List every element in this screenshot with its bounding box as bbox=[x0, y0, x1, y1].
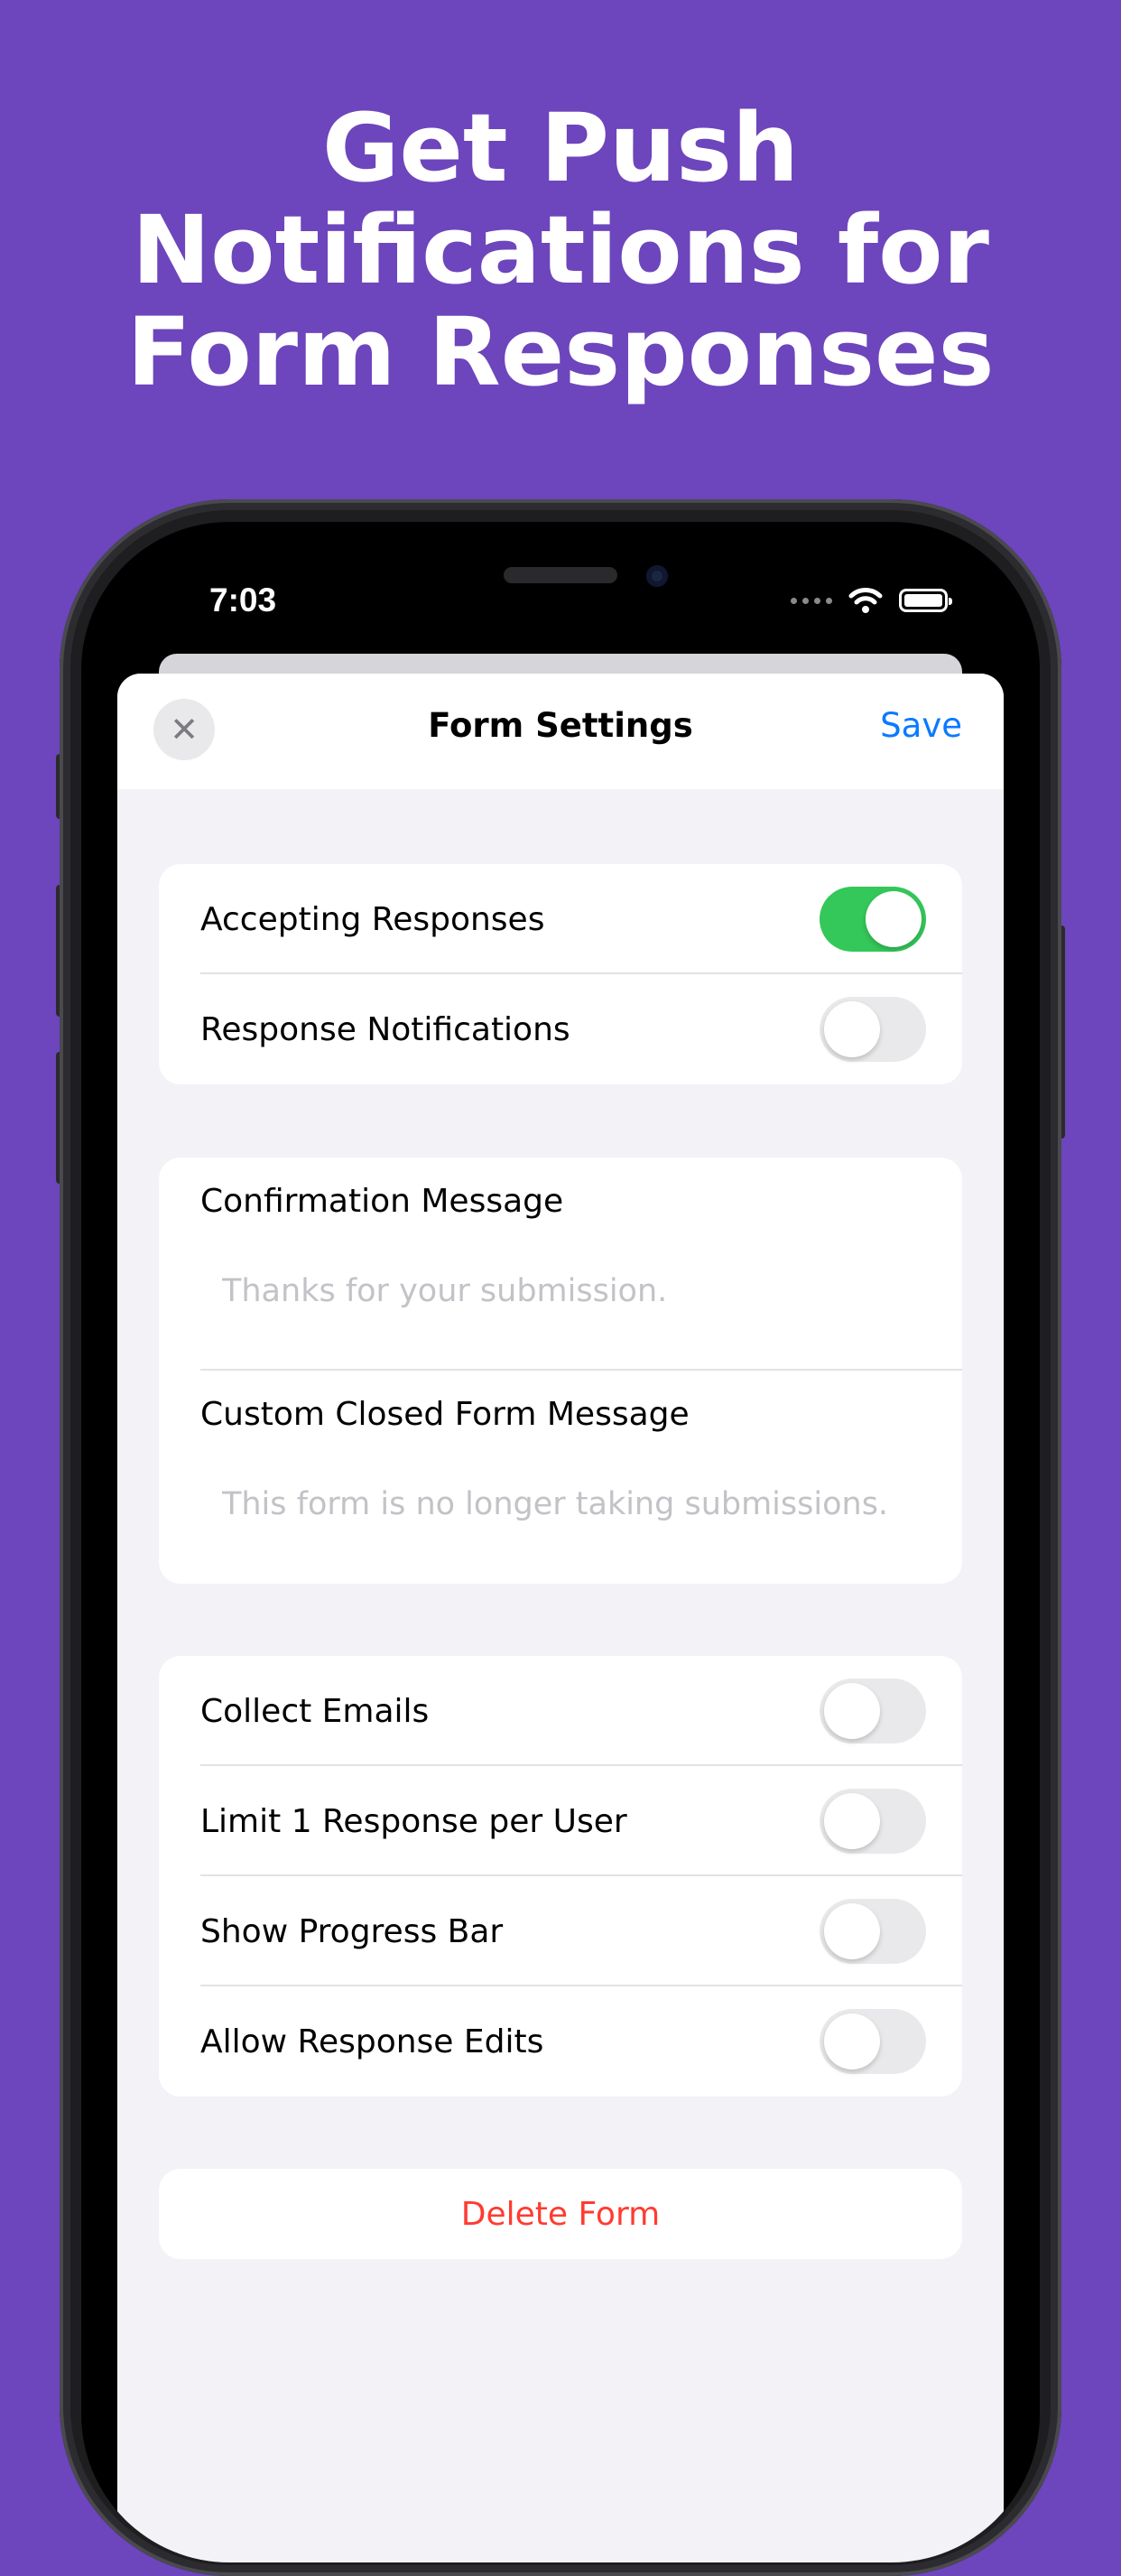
response-settings-group: Accepting Responses Response Notificatio… bbox=[159, 864, 962, 1084]
collect-emails-label: Collect Emails bbox=[200, 1692, 430, 1730]
allow-response-edits-toggle[interactable] bbox=[820, 2009, 926, 2074]
show-progress-bar-row: Show Progress Bar bbox=[159, 1876, 962, 1986]
allow-response-edits-row: Allow Response Edits bbox=[159, 1986, 962, 2097]
save-button[interactable]: Save bbox=[880, 706, 962, 745]
battery-icon bbox=[899, 589, 952, 612]
show-progress-bar-label: Show Progress Bar bbox=[200, 1912, 504, 1950]
limit-response-toggle[interactable] bbox=[820, 1789, 926, 1854]
close-button[interactable]: ✕ bbox=[153, 699, 215, 760]
response-notifications-toggle[interactable] bbox=[820, 997, 926, 1062]
status-time: 7:03 bbox=[209, 581, 277, 618]
options-group: Collect Emails Limit 1 Response per User… bbox=[159, 1656, 962, 2097]
headline-line-1: Get Push bbox=[321, 93, 800, 203]
messages-group: Confirmation Message Custom Closed Form … bbox=[159, 1158, 962, 1584]
closed-form-message-label: Custom Closed Form Message bbox=[200, 1396, 690, 1433]
earpiece-speaker bbox=[504, 567, 617, 583]
allow-response-edits-label: Allow Response Edits bbox=[200, 2023, 544, 2060]
delete-form-button[interactable]: Delete Form bbox=[159, 2169, 962, 2259]
accepting-responses-toggle[interactable] bbox=[820, 887, 926, 952]
confirmation-message-input[interactable] bbox=[222, 1273, 944, 1309]
phone-screen: 7:03 ✕ Form Settings Save Accepting Resp… bbox=[81, 522, 1040, 2562]
close-icon: ✕ bbox=[170, 710, 199, 749]
response-notifications-row: Response Notifications bbox=[159, 974, 962, 1084]
collect-emails-row: Collect Emails bbox=[159, 1656, 962, 1766]
accepting-responses-label: Accepting Responses bbox=[200, 900, 545, 938]
cellular-dots-icon bbox=[791, 597, 832, 604]
headline-line-2: Notifications for bbox=[132, 195, 989, 305]
closed-form-message-block: Custom Closed Form Message bbox=[159, 1371, 962, 1584]
wifi-icon bbox=[848, 588, 883, 613]
status-icons bbox=[791, 587, 952, 614]
delete-form-label: Delete Form bbox=[460, 2195, 661, 2233]
confirmation-message-label: Confirmation Message bbox=[200, 1183, 564, 1220]
promo-headline: Get Push Notifications for Form Response… bbox=[0, 98, 1121, 404]
closed-form-message-input[interactable] bbox=[222, 1486, 944, 1522]
front-camera bbox=[646, 565, 668, 587]
show-progress-bar-toggle[interactable] bbox=[820, 1899, 926, 1964]
accepting-responses-row: Accepting Responses bbox=[159, 864, 962, 974]
form-settings-sheet: ✕ Form Settings Save Accepting Responses… bbox=[117, 674, 1004, 2562]
confirmation-message-block: Confirmation Message bbox=[159, 1158, 962, 1371]
collect-emails-toggle[interactable] bbox=[820, 1679, 926, 1744]
headline-line-3: Form Responses bbox=[126, 297, 995, 407]
page-title: Form Settings bbox=[428, 706, 693, 745]
navigation-bar: ✕ Form Settings Save bbox=[117, 674, 1004, 789]
limit-response-label: Limit 1 Response per User bbox=[200, 1802, 627, 1840]
limit-response-row: Limit 1 Response per User bbox=[159, 1766, 962, 1876]
response-notifications-label: Response Notifications bbox=[200, 1010, 570, 1048]
